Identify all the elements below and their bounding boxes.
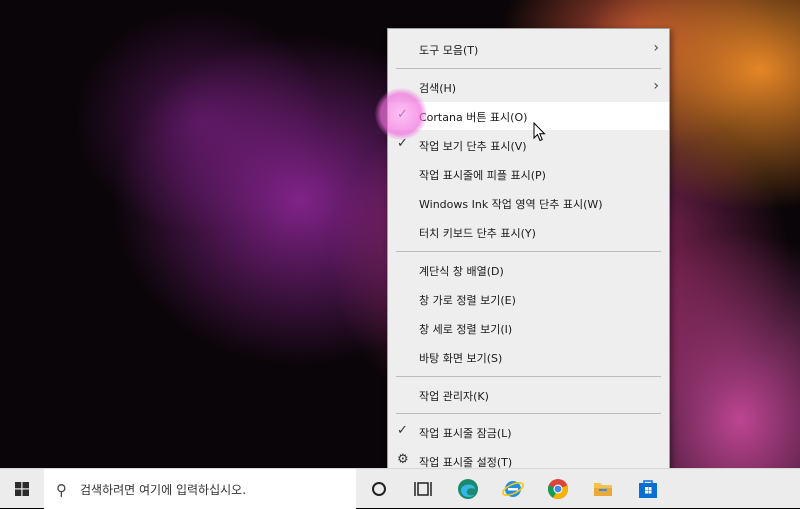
menu-item-show-task-view-button[interactable]: ✓ 작업 보기 단추 표시(V) (388, 131, 669, 159)
menu-separator (396, 251, 661, 252)
menu-item-label: 바탕 화면 보기(S) (419, 352, 503, 365)
menu-item-toolbars[interactable]: 도구 모음(T) › (388, 35, 669, 63)
menu-separator (396, 68, 661, 69)
search-box[interactable]: ⚲ 검색하려면 여기에 입력하십시오. (44, 469, 356, 509)
chrome-icon[interactable] (546, 477, 570, 501)
menu-item-show-cortana-button[interactable]: ✓ Cortana 버튼 표시(O) (388, 102, 669, 130)
menu-item-show-windows-stacked[interactable]: 창 가로 정렬 보기(E) (388, 285, 669, 313)
menu-item-label: 작업 관리자(K) (419, 390, 489, 403)
windows-start-icon (15, 482, 29, 496)
menu-separator (396, 376, 661, 377)
menu-item-label: Windows Ink 작업 영역 단추 표시(W) (419, 198, 603, 211)
menu-separator (396, 413, 661, 414)
menu-item-label: 도구 모음(T) (419, 44, 479, 57)
search-placeholder: 검색하려면 여기에 입력하십시오. (80, 483, 247, 497)
menu-item-search[interactable]: 검색(H) › (388, 73, 669, 101)
menu-item-show-touch-keyboard[interactable]: 터치 키보드 단추 표시(Y) (388, 218, 669, 246)
checkmark-icon: ✓ (397, 423, 408, 438)
click-highlight-ring (375, 88, 427, 140)
cortana-icon[interactable] (367, 477, 391, 501)
menu-item-label: 계단식 창 배열(D) (419, 265, 504, 278)
menu-item-label: 창 가로 정렬 보기(E) (419, 294, 516, 307)
file-explorer-icon[interactable] (591, 477, 615, 501)
menu-item-label: 검색(H) (419, 82, 457, 95)
taskbar-context-menu: 도구 모음(T) › 검색(H) › ✓ Cortana 버튼 표시(O) ✓ … (387, 28, 670, 480)
start-button[interactable] (0, 469, 44, 509)
menu-item-label: 작업 보기 단추 표시(V) (419, 140, 527, 153)
gear-icon: ⚙ (397, 452, 409, 467)
internet-explorer-icon[interactable] (501, 477, 525, 501)
mouse-pointer-icon (533, 122, 546, 142)
menu-item-show-people[interactable]: 작업 표시줄에 피플 표시(P) (388, 160, 669, 188)
menu-item-cascade-windows[interactable]: 계단식 창 배열(D) (388, 256, 669, 284)
menu-item-label: 작업 표시줄 잠금(L) (419, 427, 512, 440)
task-view-icon[interactable] (411, 477, 435, 501)
taskbar: ⚲ 검색하려면 여기에 입력하십시오. (0, 468, 800, 509)
menu-item-label: 창 세로 정렬 보기(I) (419, 323, 513, 336)
menu-item-show-windows-side-by-side[interactable]: 창 세로 정렬 보기(I) (388, 314, 669, 342)
menu-item-show-desktop[interactable]: 바탕 화면 보기(S) (388, 343, 669, 371)
menu-item-label: 작업 표시줄에 피플 표시(P) (419, 169, 546, 182)
menu-item-label: Cortana 버튼 표시(O) (419, 111, 528, 124)
search-icon: ⚲ (56, 481, 67, 499)
chevron-right-icon: › (653, 40, 659, 56)
store-icon[interactable] (636, 477, 660, 501)
edge-icon[interactable] (456, 477, 480, 501)
menu-item-lock-taskbar[interactable]: ✓ 작업 표시줄 잠금(L) (388, 418, 669, 446)
chevron-right-icon: › (653, 78, 659, 94)
menu-item-task-manager[interactable]: 작업 관리자(K) (388, 381, 669, 409)
menu-item-label: 터치 키보드 단추 표시(Y) (419, 227, 536, 240)
menu-item-show-windows-ink[interactable]: Windows Ink 작업 영역 단추 표시(W) (388, 189, 669, 217)
